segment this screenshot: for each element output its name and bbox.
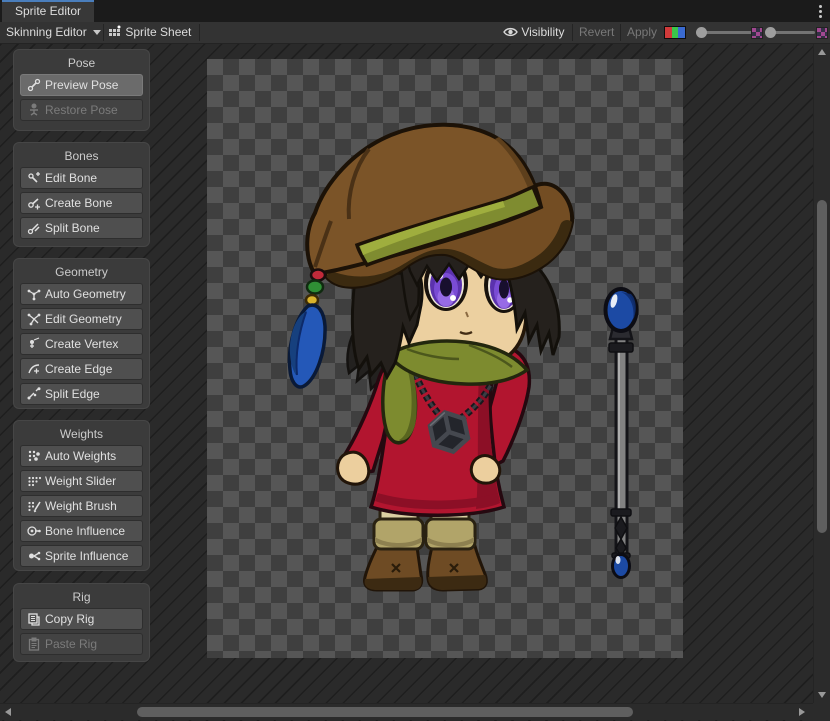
character-sprite [207,59,683,658]
copy-rig-icon [26,611,42,627]
bone-influence-icon [26,523,42,539]
create-vertex-button[interactable]: Create Vertex [20,333,143,355]
bone-opacity-slider-knob[interactable] [696,27,707,38]
scroll-down-arrow-icon[interactable] [818,692,826,698]
revert-button[interactable]: Revert [579,22,614,43]
weights-group: Weights Auto Weights Weight Slider Weigh… [13,420,150,571]
feather-charm [289,269,325,387]
auto-geometry-icon [26,286,42,302]
sprite-sheet-button[interactable]: Sprite Sheet [108,22,191,43]
auto-weights-icon [26,448,42,464]
scroll-right-arrow-icon[interactable] [799,708,805,716]
tab-sprite-editor[interactable]: Sprite Editor [2,0,94,22]
apply-button[interactable]: Apply [627,22,657,43]
dropdown-arrow-icon [93,30,101,35]
sprite-influence-button[interactable]: Sprite Influence [20,545,143,567]
copy-rig-button[interactable]: Copy Rig [20,608,143,630]
horizontal-scrollbar[interactable] [0,703,813,720]
color-channels-swatch[interactable] [664,26,686,39]
weight-brush-button[interactable]: Weight Brush [20,495,143,517]
split-bone-button[interactable]: Split Bone [20,217,143,239]
bone-influence-button[interactable]: Bone Influence [20,520,143,542]
scroll-up-arrow-icon[interactable] [818,49,826,55]
paste-rig-button[interactable]: Paste Rig [20,633,143,655]
vertical-scrollbar[interactable] [813,44,830,703]
sprite-editor-window: Sprite Editor Skinning Editor Sprite She… [0,0,830,721]
skinning-editor-dropdown[interactable]: Skinning Editor [6,22,101,43]
vertical-scrollbar-thumb[interactable] [817,200,827,533]
create-vertex-icon [26,336,42,352]
rig-group: Rig Copy Rig Paste Rig [13,583,150,662]
mesh-opacity-texture-icon [816,27,828,39]
bones-group: Bones Edit Bone Create Bone Split Bone [13,142,150,247]
wizard-character-sprite [289,125,572,590]
create-bone-icon [26,195,42,211]
sprite-influence-icon [26,548,42,564]
split-edge-icon [26,386,42,402]
preview-pose-button[interactable]: Preview Pose [20,74,143,96]
geometry-group: Geometry Auto Geometry Edit Geometry Cre… [13,258,150,409]
horizontal-scrollbar-thumb[interactable] [137,707,633,717]
create-edge-icon [26,361,42,377]
paste-rig-icon [26,636,42,652]
toolbar: Skinning Editor Sprite Sheet Visibility … [0,22,830,44]
editor-main-area: Pose Preview Pose Restore Pose Bones Edi… [0,44,830,721]
tab-bar: Sprite Editor [0,0,830,22]
edit-bone-button[interactable]: Edit Bone [20,167,143,189]
create-bone-button[interactable]: Create Bone [20,192,143,214]
auto-weights-button[interactable]: Auto Weights [20,445,143,467]
bone-opacity-texture-icon [751,27,763,39]
restore-pose-figure-icon [26,102,42,118]
pose-group: Pose Preview Pose Restore Pose [13,49,150,131]
weight-brush-icon [26,498,42,514]
weight-slider-icon [26,473,42,489]
auto-geometry-button[interactable]: Auto Geometry [20,283,143,305]
preview-pose-bone-icon [26,77,42,93]
scroll-left-arrow-icon[interactable] [5,708,11,716]
eye-icon [503,26,518,38]
split-bone-icon [26,220,42,236]
staff-sprite [606,289,637,578]
edit-geometry-icon [26,311,42,327]
create-edge-button[interactable]: Create Edge [20,358,143,380]
kebab-menu-icon[interactable] [819,5,822,18]
sprite-sheet-grid-icon [108,24,122,38]
edit-bone-icon [26,170,42,186]
edit-geometry-button[interactable]: Edit Geometry [20,308,143,330]
mesh-opacity-slider-knob[interactable] [765,27,776,38]
split-edge-button[interactable]: Split Edge [20,383,143,405]
visibility-button[interactable]: Visibility [503,22,564,43]
scrollbar-corner [813,703,830,721]
mesh-opacity-slider[interactable] [766,31,815,34]
sprite-canvas[interactable] [207,59,683,658]
weight-slider-button[interactable]: Weight Slider [20,470,143,492]
restore-pose-button[interactable]: Restore Pose [20,99,143,121]
bone-opacity-slider[interactable] [697,31,753,34]
